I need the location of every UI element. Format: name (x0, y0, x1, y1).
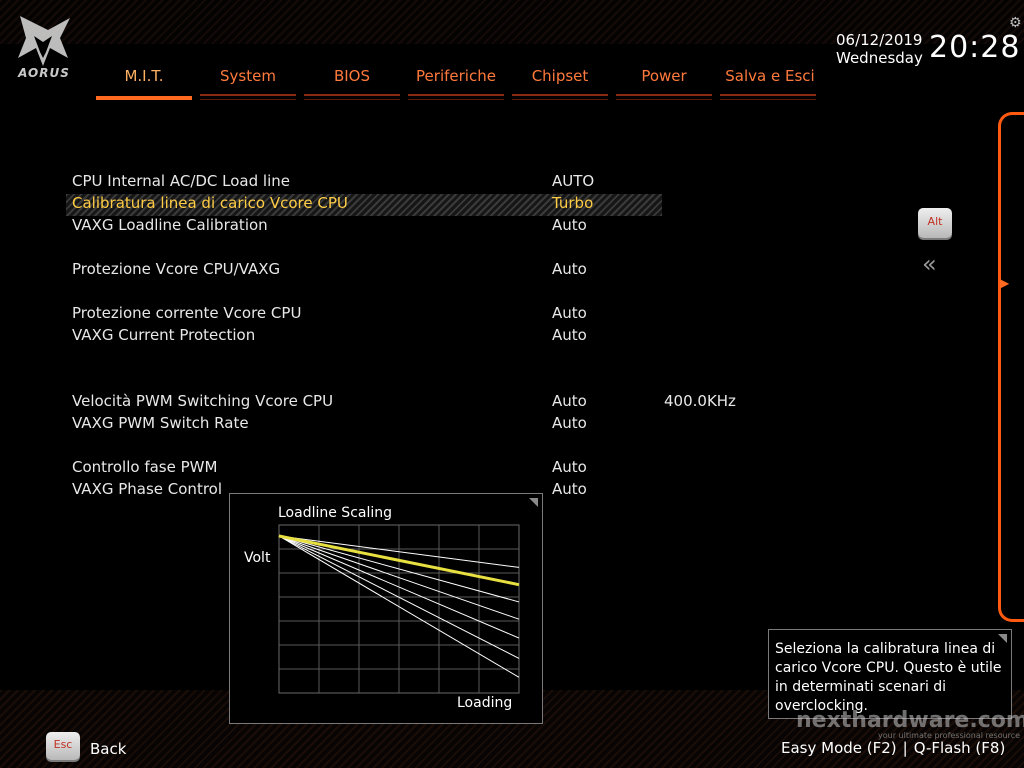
tab-underline (200, 99, 296, 100)
chart-x-axis-label: Loading (457, 695, 513, 711)
tab-underline (616, 99, 712, 100)
setting-value[interactable]: Auto (552, 214, 587, 236)
tab-underline (200, 94, 296, 96)
tab-bios[interactable]: BIOS (304, 62, 400, 100)
separator: | (902, 739, 908, 757)
tab-underline (408, 99, 504, 100)
triangle-right-icon[interactable]: ▶ (1000, 276, 1009, 290)
setting-label: VAXG Phase Control (72, 480, 223, 498)
tab-underline (720, 99, 816, 100)
tab-periferiche[interactable]: Periferiche (408, 62, 504, 100)
tab-underline (96, 96, 192, 100)
double-chevron-left-icon[interactable]: « (922, 250, 937, 278)
setting-label: VAXG Loadline Calibration (72, 216, 268, 234)
panel-corner-icon (529, 498, 538, 507)
tab-salva-e-esci[interactable]: Salva e Esci (720, 62, 820, 100)
setting-value[interactable]: Auto (552, 456, 587, 478)
tab-underline (720, 94, 816, 96)
side-panel-toggle[interactable] (998, 112, 1024, 622)
tab-system[interactable]: System (200, 62, 296, 100)
date-display: 06/12/2019 Wednesday (836, 31, 923, 67)
tab-underline (304, 99, 400, 100)
setting-readout: 400.0KHz (664, 392, 736, 410)
tab-power[interactable]: Power (616, 62, 712, 100)
gear-icon[interactable]: ⚙ (1009, 15, 1022, 31)
setting-label: Protezione Vcore CPU/VAXG (72, 260, 281, 278)
back-label[interactable]: Back (90, 740, 126, 758)
setting-row-selected[interactable]: Calibratura linea di carico Vcore CPU Tu… (72, 192, 732, 214)
alt-key-button[interactable]: Alt (918, 208, 952, 238)
chart-y-axis-label: Volt (244, 550, 271, 566)
tab-underline (304, 94, 400, 96)
setting-label: VAXG Current Protection (72, 326, 256, 344)
easy-mode-link[interactable]: Easy Mode (F2) (781, 739, 897, 757)
setting-value[interactable]: AUTO (552, 170, 594, 192)
panel-corner-icon (998, 634, 1007, 643)
tab-label: BIOS (333, 67, 371, 85)
setting-row[interactable]: VAXG Current Protection Auto (72, 324, 732, 346)
setting-label: Velocità PWM Switching Vcore CPU (72, 392, 334, 410)
brand-logo-text: AORUS (18, 66, 70, 80)
tab-underline (512, 94, 608, 96)
setting-value[interactable]: Auto (552, 412, 587, 434)
date-text: 06/12/2019 (836, 31, 923, 49)
setting-row[interactable]: Controllo fase PWM Auto (72, 456, 732, 478)
help-panel: Seleziona la calibratura linea di carico… (768, 629, 1012, 719)
main-tabs: M.I.T. System BIOS Periferiche Chipset P… (96, 62, 820, 102)
setting-row[interactable]: Protezione Vcore CPU/VAXG Auto (72, 258, 732, 280)
setting-value[interactable]: Turbo (552, 192, 593, 214)
setting-label: Calibratura linea di carico Vcore CPU (72, 194, 348, 212)
tab-label: Chipset (531, 67, 589, 85)
tab-underline (408, 94, 504, 96)
setting-label: Controllo fase PWM (72, 458, 218, 476)
loadline-chart-panel: Loadline Scaling Volt Loading (229, 493, 543, 724)
setting-label: VAXG PWM Switch Rate (72, 414, 249, 432)
setting-value[interactable]: Auto (552, 302, 587, 324)
qflash-link[interactable]: Q-Flash (F8) (914, 739, 1006, 757)
chart-title: Loadline Scaling (278, 505, 393, 521)
help-text: Seleziona la calibratura linea di carico… (775, 641, 1002, 714)
setting-value[interactable]: Auto (552, 390, 587, 412)
setting-row[interactable]: VAXG PWM Switch Rate Auto (72, 412, 732, 434)
tab-label: Salva e Esci (725, 67, 815, 85)
setting-row[interactable]: VAXG Loadline Calibration Auto (72, 214, 732, 236)
setting-row[interactable]: Velocità PWM Switching Vcore CPU Auto 40… (72, 390, 736, 412)
setting-value[interactable]: Auto (552, 478, 587, 500)
setting-value[interactable]: Auto (552, 258, 587, 280)
tab-underline (512, 99, 608, 100)
setting-label: CPU Internal AC/DC Load line (72, 172, 290, 190)
tab-underline (616, 94, 712, 96)
bottom-shortcuts: Easy Mode (F2) | Q-Flash (F8) (781, 739, 1005, 757)
tab-label: System (220, 67, 276, 85)
tab-mit[interactable]: M.I.T. (96, 62, 192, 100)
setting-row[interactable]: Protezione corrente Vcore CPU Auto (72, 302, 732, 324)
loadline-chart (278, 524, 520, 694)
setting-label: Protezione corrente Vcore CPU (72, 304, 302, 322)
setting-value[interactable]: Auto (552, 324, 587, 346)
esc-key-button[interactable]: Esc (46, 732, 80, 760)
clock-time: 20:28 (929, 30, 1021, 65)
watermark-brand: nexthardware.com (796, 708, 1024, 733)
setting-row[interactable]: CPU Internal AC/DC Load line AUTO (72, 170, 732, 192)
tab-label: M.I.T. (124, 67, 164, 85)
tab-label: Power (641, 67, 687, 85)
tab-label: Periferiche (416, 67, 496, 85)
day-text: Wednesday (836, 49, 923, 67)
tab-chipset[interactable]: Chipset (512, 62, 608, 100)
